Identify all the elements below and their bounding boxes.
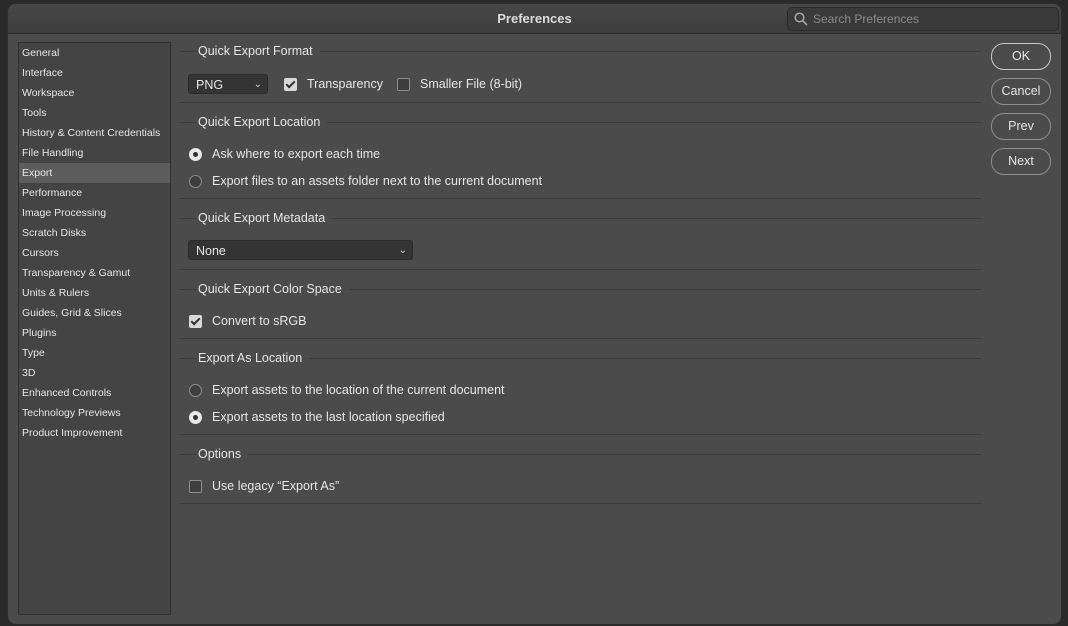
sidebar-item-general[interactable]: General [19,43,170,63]
sidebar-item-export[interactable]: Export [19,163,170,183]
section-title: Export As Location [197,350,310,366]
search-icon [794,12,808,26]
metadata-select[interactable]: None ⌄ [188,240,413,260]
next-button[interactable]: Next [991,148,1051,175]
section-title: Quick Export Color Space [197,281,349,297]
export-as-option-last[interactable]: Export assets to the last location speci… [189,410,445,424]
sidebar-item-technology-previews[interactable]: Technology Previews [19,403,170,423]
title-bar: Preferences [8,4,1061,34]
legacy-export-as-checkbox[interactable] [189,479,202,493]
sidebar-item-type[interactable]: Type [19,343,170,363]
radio-last-location[interactable] [189,410,202,424]
radio-ask-each-time[interactable] [189,147,202,161]
option-label: Export files to an assets folder next to… [212,174,543,188]
sidebar-item-file-handling[interactable]: File Handling [19,143,170,163]
prev-button[interactable]: Prev [991,113,1051,140]
sidebar-item-interface[interactable]: Interface [19,63,170,83]
sidebar-item-history-content-credentials[interactable]: History & Content Credentials [19,123,170,143]
sidebar-item-performance[interactable]: Performance [19,183,170,203]
radio-current-document[interactable] [189,383,202,397]
sidebar-item-workspace[interactable]: Workspace [19,83,170,103]
sidebar-item-units-rulers[interactable]: Units & Rulers [19,283,170,303]
legacy-export-as-label: Use legacy “Export As” [212,479,340,493]
transparency-label: Transparency [307,77,383,91]
sidebar-item-transparency-gamut[interactable]: Transparency & Gamut [19,263,170,283]
section-title: Quick Export Format [197,43,320,59]
option-label: Export assets to the last location speci… [212,410,445,424]
smaller-file-option[interactable]: Smaller File (8-bit) [397,77,522,91]
format-select[interactable]: PNG ⌄ [188,74,268,94]
transparency-option[interactable]: Transparency [284,77,383,91]
location-option-assets-folder[interactable]: Export files to an assets folder next to… [189,174,542,188]
sidebar-item-image-processing[interactable]: Image Processing [19,203,170,223]
transparency-checkbox[interactable] [284,77,297,91]
sidebar-item-scratch-disks[interactable]: Scratch Disks [19,223,170,243]
section-quick-export-metadata: Quick Export Metadata None ⌄ [180,210,981,270]
chevron-down-icon: ⌄ [398,245,407,256]
option-label: Ask where to export each time [212,147,381,161]
sidebar-item-tools[interactable]: Tools [19,103,170,123]
section-options: Options Use legacy “Export As” [180,446,981,504]
section-title: Quick Export Location [197,114,328,130]
format-select-value: PNG [196,78,224,92]
sidebar-item-3d[interactable]: 3D [19,363,170,383]
sidebar-item-guides-grid-slices[interactable]: Guides, Grid & Slices [19,303,170,323]
legacy-export-as-option[interactable]: Use legacy “Export As” [189,479,339,493]
section-quick-export-location: Quick Export Location Ask where to expor… [180,114,981,199]
section-export-as-location: Export As Location Export assets to the … [180,350,981,435]
section-title: Quick Export Metadata [197,210,333,226]
chevron-down-icon: ⌄ [253,79,262,90]
export-as-option-current[interactable]: Export assets to the location of the cur… [189,383,505,397]
sidebar-item-cursors[interactable]: Cursors [19,243,170,263]
option-label: Export assets to the location of the cur… [212,383,505,397]
search-input[interactable] [813,8,1049,30]
sidebar-item-product-improvement[interactable]: Product Improvement [19,423,170,443]
section-quick-export-format: Quick Export Format PNG ⌄ Transparency S… [180,43,981,103]
radio-assets-folder[interactable] [189,174,202,188]
smaller-file-checkbox[interactable] [397,77,410,91]
convert-srgb-checkbox[interactable] [189,314,202,328]
sidebar-item-enhanced-controls[interactable]: Enhanced Controls [19,383,170,403]
smaller-file-label: Smaller File (8-bit) [420,77,523,91]
search-box[interactable] [787,7,1059,31]
convert-srgb-label: Convert to sRGB [212,314,307,328]
cancel-button[interactable]: Cancel [991,78,1051,105]
section-quick-export-color-space: Quick Export Color Space Convert to sRGB [180,281,981,339]
location-option-ask[interactable]: Ask where to export each time [189,147,380,161]
preferences-window: Preferences General Interface Workspace … [7,3,1062,625]
sidebar: General Interface Workspace Tools Histor… [18,42,171,615]
ok-button[interactable]: OK [991,43,1051,70]
convert-srgb-option[interactable]: Convert to sRGB [189,314,306,328]
metadata-select-value: None [196,244,226,258]
sidebar-item-plugins[interactable]: Plugins [19,323,170,343]
section-title: Options [197,446,249,462]
